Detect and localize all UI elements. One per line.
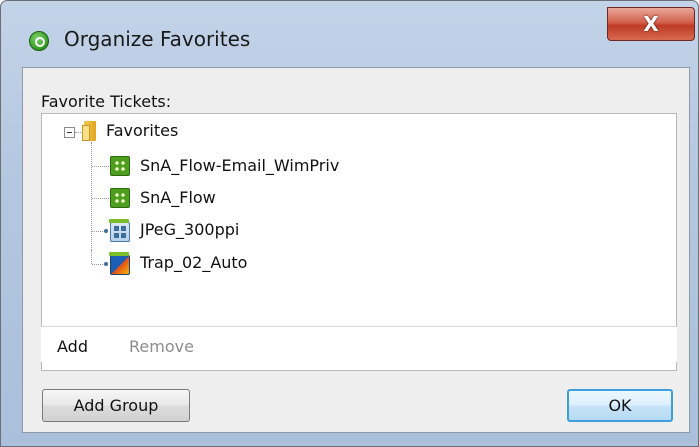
tree-item-label: SnA_Flow-Email_WimPriv [140,156,340,175]
ok-button[interactable]: OK [567,389,673,422]
flow-ticket-icon [110,188,130,208]
tree-connector [92,198,109,199]
tree-item-label: JPeG_300ppi [140,220,240,239]
tree-item-label: Trap_02_Auto [140,253,248,272]
favorite-tickets-label: Favorite Tickets: [41,92,172,111]
collapse-icon[interactable] [64,127,75,138]
tree-item-ticket[interactable]: SnA_Flow [108,186,508,210]
window-title: Organize Favorites [64,27,251,51]
trap-ticket-icon [109,252,130,275]
dialog-content: Favorite Tickets: Favorites SnA_Flow-Ema… [22,67,690,433]
app-icon [29,31,49,51]
tree-connector [92,166,109,167]
flow-ticket-icon [110,156,130,176]
tree-connector [91,250,92,264]
remove-favorite-link[interactable]: Remove [129,337,194,356]
add-favorite-link[interactable]: Add [57,337,88,356]
tree-connector [91,142,92,252]
folder-icon [82,121,100,141]
tree-item-ticket[interactable]: Trap_02_Auto [108,251,508,275]
title-bar[interactable]: Organize Favorites X [1,1,698,67]
tree-item-ticket[interactable]: JPeG_300ppi [108,218,508,242]
tree-item-ticket[interactable]: SnA_Flow-Email_WimPriv [108,154,508,178]
tree-item-label: Favorites [106,121,179,140]
tree-item-label: SnA_Flow [140,188,216,207]
tree-item-favorites[interactable]: Favorites [42,114,676,148]
tree-connector [75,132,81,133]
organize-favorites-dialog: Organize Favorites X Favorite Tickets: F… [0,0,699,447]
add-group-button[interactable]: Add Group [42,389,190,422]
jpeg-ticket-icon [109,219,130,242]
tree-action-bar: Add Remove [41,326,677,362]
close-button[interactable]: X [607,7,695,41]
